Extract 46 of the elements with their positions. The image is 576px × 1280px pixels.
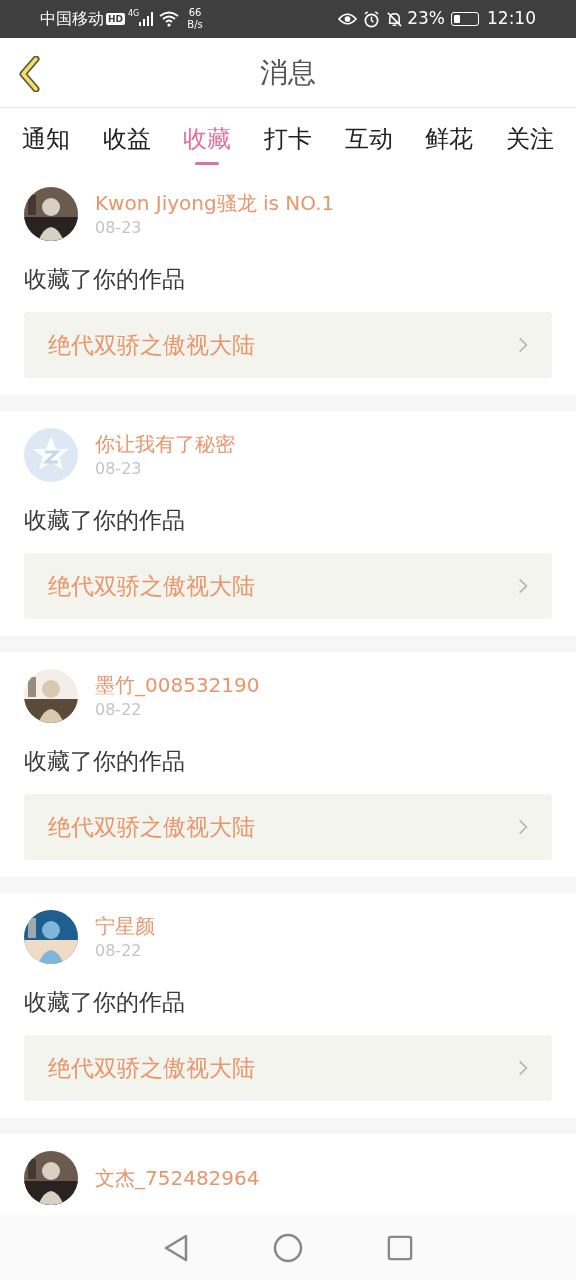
user-name[interactable]: Kwon Jiyong骚龙 is NO.1 <box>95 189 335 217</box>
muted-bell-icon <box>386 10 404 28</box>
tab[interactable]: 关注 <box>505 113 554 165</box>
tab[interactable]: 打卡 <box>263 113 312 165</box>
speed-value: 66 <box>188 7 202 19</box>
action-text: 收藏了你的作品 <box>24 747 186 776</box>
alarm-icon <box>363 10 381 28</box>
tab[interactable]: 互动 <box>344 113 393 165</box>
action-text: 收藏了你的作品 <box>24 506 186 535</box>
user-name[interactable]: 宁星颜 <box>95 912 155 940</box>
work-link[interactable]: 绝代双骄之傲视大陆 <box>24 312 552 378</box>
chevron-right-icon <box>518 577 528 595</box>
chevron-right-icon <box>518 818 528 836</box>
work-link[interactable]: 绝代双骄之傲视大陆 <box>24 794 552 860</box>
date-text: 08-23 <box>95 217 143 239</box>
hd-badge: HD <box>106 13 125 25</box>
user-name[interactable]: 你让我有了秘密 <box>95 430 235 458</box>
chevron-right-icon <box>518 1059 528 1077</box>
date-text: 08-23 <box>95 458 143 480</box>
back-nav-icon[interactable] <box>163 1233 189 1262</box>
clock-text: 12:10 <box>487 7 536 31</box>
page-title: 消息 <box>260 54 316 91</box>
date-text: 08-22 <box>95 940 143 962</box>
network-text: 4G <box>128 8 140 20</box>
tab[interactable]: 收益 <box>102 113 151 165</box>
action-text: 收藏了你的作品 <box>24 988 186 1017</box>
tab[interactable]: 收藏 <box>183 113 232 165</box>
signal-icon <box>139 12 154 26</box>
home-nav-icon[interactable] <box>273 1232 303 1263</box>
back-icon <box>18 56 42 92</box>
wifi-icon <box>159 11 180 27</box>
work-link[interactable]: 绝代双骄之傲视大陆 <box>24 553 552 619</box>
date-text: 08-22 <box>95 699 143 721</box>
work-link[interactable]: 绝代双骄之傲视大陆 <box>24 1035 552 1101</box>
carrier-text: 中国移动 <box>40 8 104 30</box>
action-text: 收藏了你的作品 <box>24 265 186 294</box>
user-name[interactable]: 文杰_752482964 <box>95 1164 260 1192</box>
recents-nav-icon[interactable] <box>387 1234 413 1261</box>
chevron-right-icon <box>518 336 528 354</box>
eye-icon <box>338 12 358 26</box>
tab[interactable]: 鲜花 <box>425 113 474 165</box>
battery-icon <box>451 12 479 26</box>
battery-percent: 23% <box>407 7 445 31</box>
tab[interactable]: 通知 <box>22 113 70 165</box>
user-name[interactable]: 墨竹_008532190 <box>95 671 260 699</box>
speed-unit: B/s <box>187 19 203 31</box>
